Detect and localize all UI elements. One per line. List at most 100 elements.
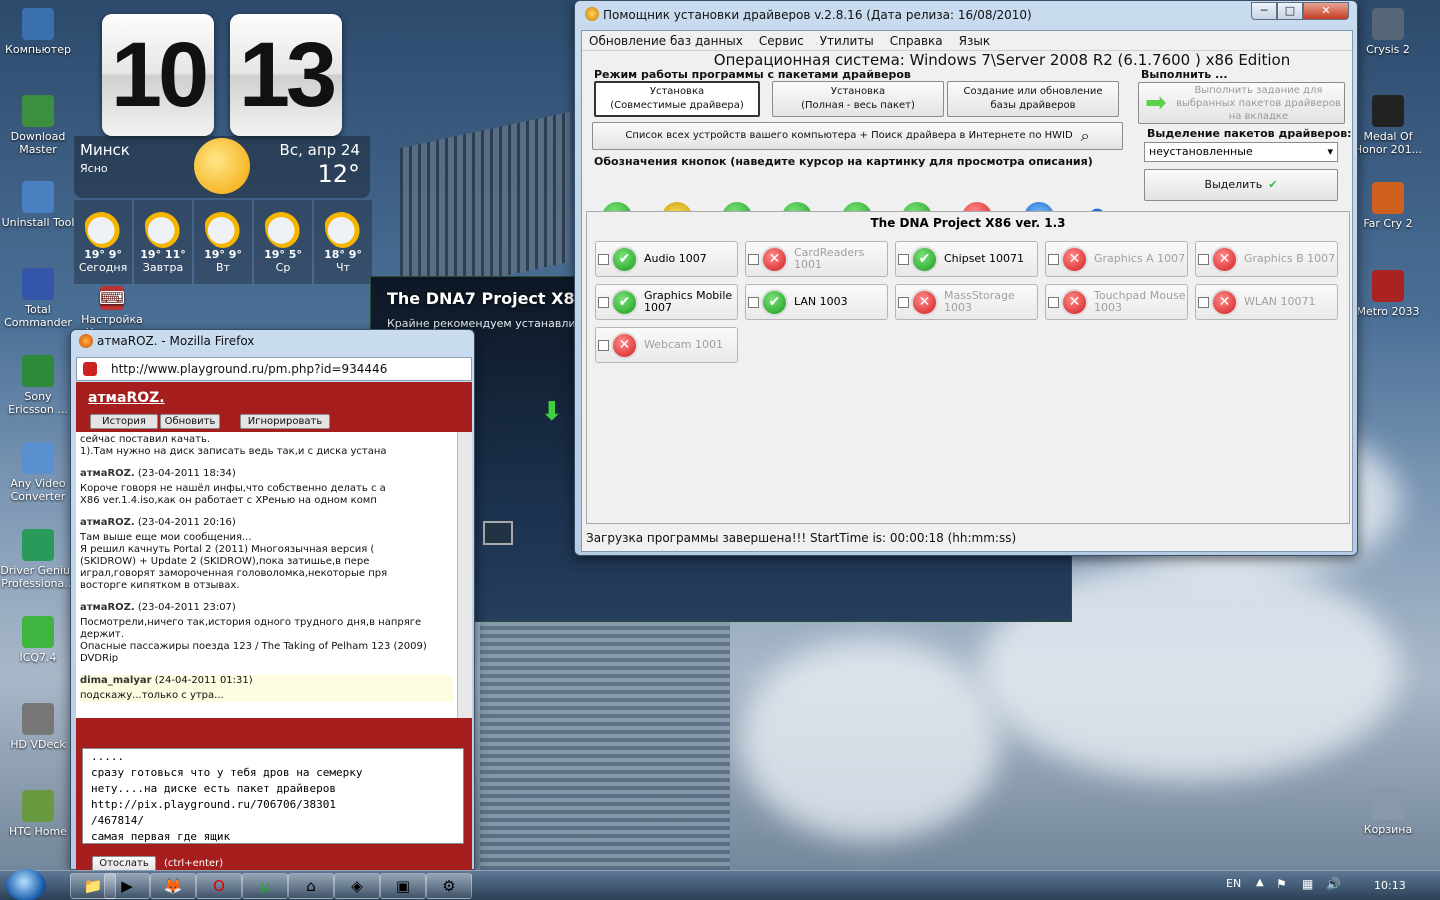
keyboard-settings-icon: ⌨ xyxy=(99,286,125,310)
package-checkbox[interactable] xyxy=(598,339,609,351)
driver-package[interactable]: ✕ Webcam 1001 xyxy=(595,327,738,363)
download-arrow-icon[interactable]: ⬇ xyxy=(541,397,563,427)
package-name: Webcam 1001 xyxy=(644,338,723,351)
menu-item[interactable]: Язык xyxy=(959,34,990,48)
screen-icon[interactable] xyxy=(483,521,513,545)
network-icon[interactable]: ▦ xyxy=(1302,877,1313,891)
message-author[interactable]: атмaROZ. xyxy=(80,602,135,613)
minimize-button[interactable]: ─ xyxy=(1251,2,1277,20)
not-installed-x-icon: ✕ xyxy=(1061,245,1088,273)
profile-action-button[interactable]: Обновить xyxy=(160,414,220,429)
desktop-icon[interactable]: Корзина xyxy=(1350,788,1426,836)
message-header: атмaROZ. (23-04-2011 18:34) xyxy=(80,468,453,479)
desktop-icon[interactable]: Total Commander xyxy=(0,268,76,329)
forecast-day: 19° 9° Сегодня xyxy=(74,200,132,284)
url-bar[interactable]: http://www.playground.ru/pm.php?id=93444… xyxy=(76,357,472,381)
language-indicator[interactable]: EN xyxy=(1226,877,1241,890)
partly-cloudy-icon xyxy=(265,204,301,248)
desktop-icon-label: Driver Genius Professiona... xyxy=(0,564,76,590)
driver-package[interactable]: ✕ CardReaders 1001 xyxy=(745,241,888,277)
menu-item[interactable]: Справка xyxy=(890,34,943,48)
driver-package[interactable]: ✔ LAN 1003 xyxy=(745,284,888,320)
desktop-icon[interactable]: Crysis 2 xyxy=(1350,8,1426,56)
message-header: dima_malyar (24-04-2011 01:31) xyxy=(80,675,453,686)
taskbar-dna-icon[interactable]: ▣ xyxy=(380,873,426,899)
taskbar-driver-helper-icon[interactable]: ⚙ xyxy=(426,873,472,899)
desktop-icon-label: Total Commander xyxy=(4,303,72,329)
desktop-icon-label: Any Video Converter xyxy=(10,477,66,503)
desktop-icon[interactable]: Any Video Converter xyxy=(0,442,76,503)
taskbar-media-icon[interactable]: ▶ xyxy=(104,873,150,899)
start-button[interactable] xyxy=(6,869,46,900)
mode-button-line1: Создание или обновление xyxy=(963,86,1103,97)
message-author[interactable]: атмaROZ. xyxy=(80,468,135,479)
clock-time[interactable]: 10:13 xyxy=(1374,879,1406,892)
package-checkbox[interactable] xyxy=(898,296,909,308)
show-hidden-icons[interactable]: ▲ xyxy=(1256,877,1264,888)
profile-action-button[interactable]: Игнорировать xyxy=(240,414,330,429)
package-checkbox[interactable] xyxy=(1048,253,1059,265)
desktop-icon[interactable]: Medal Of Honor 201... xyxy=(1350,95,1426,156)
execute-button[interactable]: ➡ Выполнить задание для выбранных пакето… xyxy=(1138,82,1345,124)
desktop-icon[interactable]: Far Cry 2 xyxy=(1350,182,1426,230)
reply-textarea[interactable]: ..... сразу готовься что у тебя дров на … xyxy=(82,748,464,844)
desktop-icon[interactable]: Uninstall Tool xyxy=(0,181,76,229)
package-checkbox[interactable] xyxy=(748,253,759,265)
desktop-icon[interactable]: Sony Ericsson ... xyxy=(0,355,76,416)
action-center-icon[interactable]: ⚑ xyxy=(1276,877,1287,891)
desktop-icon[interactable]: Download Master xyxy=(0,95,76,156)
volume-icon[interactable]: 🔊 xyxy=(1326,877,1341,891)
package-checkbox[interactable] xyxy=(898,253,909,265)
desktop-icon[interactable]: ICQ7.4 xyxy=(0,616,76,664)
driver-package[interactable]: ✕ Touchpad Mouse 1003 xyxy=(1045,284,1188,320)
profile-action-button[interactable]: История xyxy=(90,414,158,429)
package-checkbox[interactable] xyxy=(598,296,609,308)
mode-button[interactable]: Создание или обновление базы драйверов xyxy=(947,81,1119,117)
maximize-button[interactable]: □ xyxy=(1277,2,1303,20)
package-checkbox[interactable] xyxy=(1198,296,1209,308)
desktop-icon[interactable]: Driver Genius Professiona... xyxy=(0,529,76,590)
menu-item[interactable]: Сервис xyxy=(759,34,804,48)
desktop-icon[interactable]: Компьютер xyxy=(0,8,76,56)
driver-package[interactable]: ✔ Audio 1007 xyxy=(595,241,738,277)
taskbar-utorrent-icon[interactable]: µ xyxy=(242,873,288,899)
message-author[interactable]: dima_malyar xyxy=(80,675,152,686)
driver-package[interactable]: ✕ WLAN 10071 xyxy=(1195,284,1338,320)
select-dropdown[interactable]: неустановленные ▾ xyxy=(1144,142,1338,162)
package-checkbox[interactable] xyxy=(748,296,759,308)
package-checkbox[interactable] xyxy=(598,253,609,265)
taskbar-app-icon[interactable]: ◈ xyxy=(334,873,380,899)
package-name: Graphics B 1007 xyxy=(1244,252,1336,265)
taskbar-home-icon[interactable]: ⌂ xyxy=(288,873,334,899)
execute-text: Выполнить задание для выбранных пакетов … xyxy=(1176,84,1341,122)
desktop-icon-label: Far Cry 2 xyxy=(1363,217,1413,230)
desktop-icon[interactable]: Metro 2033 xyxy=(1350,270,1426,318)
driver-package[interactable]: ✕ MassStorage 1003 xyxy=(895,284,1038,320)
driver-package[interactable]: ✔ Chipset 10071 xyxy=(895,241,1038,277)
firefox-window[interactable]: атмaROZ. - Mozilla Firefox http://www.pl… xyxy=(70,329,475,872)
scrollbar[interactable] xyxy=(457,432,472,718)
installed-check-icon: ✔ xyxy=(611,245,638,273)
close-button[interactable]: ✕ xyxy=(1303,2,1349,20)
taskbar-opera-icon[interactable]: O xyxy=(196,873,242,899)
driver-package[interactable]: ✔ Graphics Mobile 1007 xyxy=(595,284,738,320)
desktop-icon[interactable]: HTC Home xyxy=(0,790,76,838)
menu-item[interactable]: Утилиты xyxy=(820,34,874,48)
hwid-search-button[interactable]: Список всех устройств вашего компьютера … xyxy=(592,122,1123,150)
far-cry-icon xyxy=(1372,182,1404,214)
desktop-icon[interactable]: HD VDeck xyxy=(0,703,76,751)
profile-name[interactable]: атмaROZ. xyxy=(88,390,165,406)
forecast-high: 19° xyxy=(140,248,162,261)
mode-button[interactable]: Установка (Совместимые драйвера) xyxy=(594,81,760,117)
package-checkbox[interactable] xyxy=(1198,253,1209,265)
driver-package[interactable]: ✕ Graphics B 1007 xyxy=(1195,241,1338,277)
select-apply-button[interactable]: Выделить ✔ xyxy=(1144,169,1338,201)
menu-item[interactable]: Обновление баз данных xyxy=(589,34,743,48)
weather-gadget[interactable]: Минск Ясно Вс, апр 24 12° xyxy=(74,136,370,198)
driver-package[interactable]: ✕ Graphics A 1007 xyxy=(1045,241,1188,277)
driver-helper-window[interactable]: Помощник установки драйверов v.2.8.16 (Д… xyxy=(574,0,1358,556)
package-checkbox[interactable] xyxy=(1048,296,1059,308)
mode-button[interactable]: Установка (Полная - весь пакет) xyxy=(772,81,944,117)
taskbar-firefox-icon[interactable]: 🦊 xyxy=(150,873,196,899)
message-author[interactable]: атмaROZ. xyxy=(80,517,135,528)
